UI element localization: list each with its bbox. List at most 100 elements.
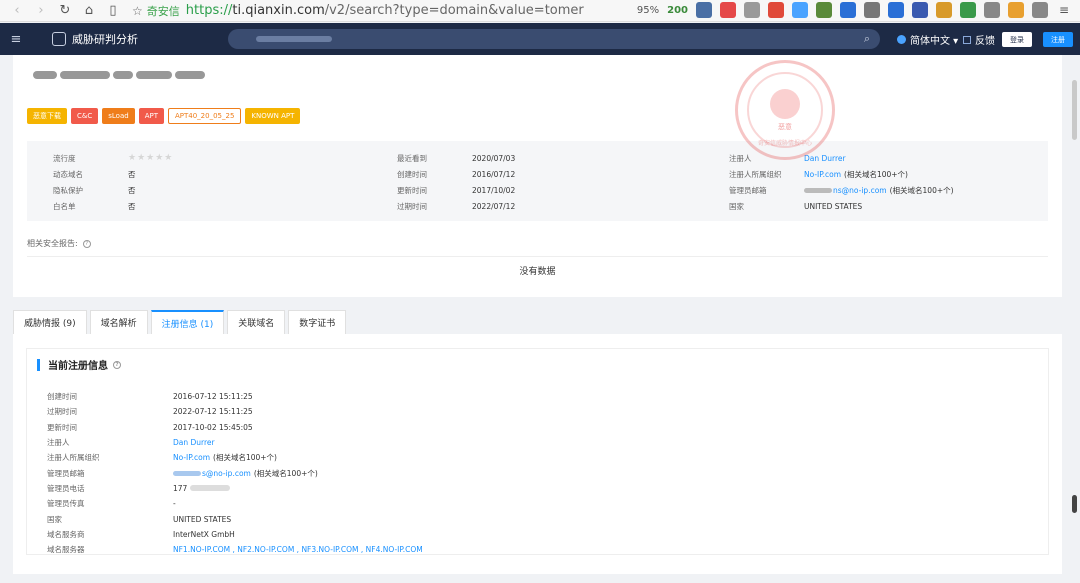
detail-tabs: 威胁情报 (9) 域名解析 注册信息 (1) 关联域名 数字证书 bbox=[13, 310, 1062, 334]
info-value: 2016/07/12 bbox=[472, 169, 516, 179]
menu-icon[interactable]: ≡ bbox=[1056, 2, 1072, 18]
help-icon[interactable]: ? bbox=[82, 239, 91, 248]
snowflake-icon[interactable] bbox=[792, 2, 808, 18]
app-header: ≡ 威胁研判分析 ⌕ 简体中文 ▾ 反馈 登录 注册 bbox=[0, 23, 1080, 55]
extension-icon[interactable] bbox=[912, 2, 928, 18]
register-button[interactable]: 注册 bbox=[1043, 32, 1073, 47]
help-icon[interactable]: ? bbox=[113, 360, 121, 369]
biohazard-icon bbox=[770, 88, 800, 119]
browser-extensions: 95% 200 ≡ bbox=[637, 2, 1072, 18]
search-input[interactable]: ⌕ bbox=[228, 29, 880, 49]
registrant-link[interactable]: Dan Durrer bbox=[804, 154, 846, 163]
language-selector[interactable]: 简体中文 ▾ bbox=[897, 32, 958, 47]
extension-icon[interactable] bbox=[696, 2, 712, 18]
info-value: UNITED STATES bbox=[804, 201, 863, 211]
feedback-link[interactable]: 反馈 bbox=[963, 32, 995, 47]
new-icon[interactable] bbox=[840, 2, 856, 18]
reload-icon[interactable]: ↻ bbox=[56, 2, 74, 20]
address-bar[interactable]: ☆ 奇安信 https:// ti.qianxin.com /v2/search… bbox=[132, 3, 584, 19]
org-note: (相关域名100+个) bbox=[844, 169, 908, 179]
row-label: 管理员电话 bbox=[47, 483, 85, 493]
search-icon[interactable]: ⌕ bbox=[864, 32, 870, 46]
info-value: 否 bbox=[128, 169, 136, 179]
tag[interactable]: KNOWN APT bbox=[245, 108, 301, 124]
reader-icon[interactable]: ▯ bbox=[104, 2, 122, 20]
row-label: 管理员传真 bbox=[47, 499, 85, 509]
tab-threat-intel[interactable]: 威胁情报 (9) bbox=[13, 310, 87, 334]
registration-title: 当前注册信息 bbox=[48, 361, 108, 372]
info-row: 流行度 ★★★★★ bbox=[53, 150, 173, 166]
registration-panel: 当前注册信息 ? 创建时间 2016-07-12 15:11:25 过期时间 2… bbox=[26, 348, 1049, 555]
row-value: 2016-07-12 15:11:25 bbox=[173, 392, 253, 402]
back-icon[interactable]: ‹ bbox=[8, 2, 26, 20]
table-row: 国家 UNITED STATES bbox=[47, 511, 423, 526]
info-label: 更新时间 bbox=[397, 185, 427, 195]
login-button[interactable]: 登录 bbox=[1002, 32, 1032, 47]
cookie-icon[interactable] bbox=[936, 2, 952, 18]
bookmark-star-icon[interactable]: ☆ bbox=[132, 4, 143, 18]
row-value: InterNetX GmbH bbox=[173, 529, 235, 539]
stamp-inner: 恶意 bbox=[747, 72, 823, 148]
language-label: 简体中文 ▾ bbox=[910, 36, 959, 47]
info-row: 白名单 否 bbox=[53, 198, 173, 214]
tag[interactable]: sLoad bbox=[102, 108, 135, 124]
email-redacted bbox=[173, 470, 201, 476]
org-link[interactable]: No-IP.com bbox=[173, 453, 210, 462]
extension-icon[interactable] bbox=[1032, 2, 1048, 18]
info-value: 否 bbox=[128, 201, 136, 211]
info-row: 隐私保护 否 bbox=[53, 182, 173, 198]
row-label: 创建时间 bbox=[47, 392, 77, 402]
email-link[interactable]: s@no-ip.com bbox=[202, 469, 251, 478]
extension-badge[interactable]: 200 bbox=[667, 5, 688, 16]
tag[interactable]: 恶意下载 bbox=[27, 108, 67, 124]
tag[interactable]: C&C bbox=[71, 108, 99, 124]
domain-name-redacted bbox=[33, 71, 209, 81]
tab-related-domains[interactable]: 关联域名 bbox=[227, 310, 286, 334]
table-row: 更新时间 2017-10-02 15:45:05 bbox=[47, 420, 423, 435]
tag-list: 恶意下载 C&C sLoad APT APT40_20_05_25 KNOWN … bbox=[27, 108, 301, 124]
tab-certificates[interactable]: 数字证书 bbox=[288, 310, 347, 334]
registration-table: 创建时间 2016-07-12 15:11:25 过期时间 2022-07-12… bbox=[47, 389, 423, 557]
share-icon[interactable] bbox=[744, 2, 760, 18]
smiley-icon[interactable] bbox=[984, 2, 1000, 18]
scroll-indicator bbox=[1072, 495, 1077, 513]
tag[interactable]: APT40_20_05_25 bbox=[167, 108, 242, 124]
tab-dns-resolution[interactable]: 域名解析 bbox=[89, 310, 148, 334]
hamburger-menu-icon[interactable]: ≡ bbox=[0, 23, 32, 55]
gear-icon[interactable] bbox=[960, 2, 976, 18]
tag[interactable]: APT bbox=[138, 108, 164, 124]
feedback-label: 反馈 bbox=[975, 36, 995, 47]
ip-icon[interactable] bbox=[864, 2, 880, 18]
row-label: 域名服务器 bbox=[47, 545, 85, 555]
email-link[interactable]: ns@no-ip.com bbox=[833, 186, 887, 195]
related-reports-text: 相关安全报告: bbox=[27, 239, 78, 248]
tab-registration[interactable]: 注册信息 (1) bbox=[150, 310, 225, 334]
logo-icon bbox=[52, 32, 66, 46]
org-link[interactable]: No-IP.com bbox=[804, 170, 841, 179]
row-label: 管理员邮箱 bbox=[47, 468, 85, 478]
scrollbar-thumb[interactable] bbox=[1072, 80, 1077, 140]
info-row: 管理员邮箱 ns@no-ip.com (相关域名100+个) bbox=[729, 182, 954, 198]
feedback-icon bbox=[963, 35, 971, 44]
forward-icon[interactable]: › bbox=[32, 2, 50, 20]
info-label: 隐私保护 bbox=[53, 185, 83, 195]
registrant-link[interactable]: Dan Durrer bbox=[173, 438, 215, 447]
row-value: UNITED STATES bbox=[173, 514, 232, 524]
home-icon[interactable]: ⌂ bbox=[80, 2, 98, 20]
extension-icon[interactable] bbox=[768, 2, 784, 18]
globe-icon bbox=[897, 35, 906, 44]
app-logo[interactable]: 威胁研判分析 bbox=[52, 31, 138, 47]
title-accent-bar bbox=[37, 358, 40, 371]
drop-icon[interactable] bbox=[888, 2, 904, 18]
info-row: 国家 UNITED STATES bbox=[729, 198, 954, 214]
popularity-stars: ★★★★★ bbox=[128, 153, 174, 163]
bookmark-icon[interactable] bbox=[1008, 2, 1024, 18]
zoom-level[interactable]: 95% bbox=[637, 5, 659, 16]
info-row: 创建时间 2016/07/12 bbox=[397, 166, 515, 182]
table-row: 过期时间 2022-07-12 15:11:25 bbox=[47, 404, 423, 419]
nameserver-links[interactable]: NF1.NO-IP.COM , NF2.NO-IP.COM , NF3.NO-I… bbox=[173, 545, 423, 554]
info-value: 2017/10/02 bbox=[472, 185, 516, 195]
extension-icon[interactable] bbox=[816, 2, 832, 18]
shield-icon[interactable] bbox=[720, 2, 736, 18]
info-row: 更新时间 2017/10/02 bbox=[397, 182, 515, 198]
